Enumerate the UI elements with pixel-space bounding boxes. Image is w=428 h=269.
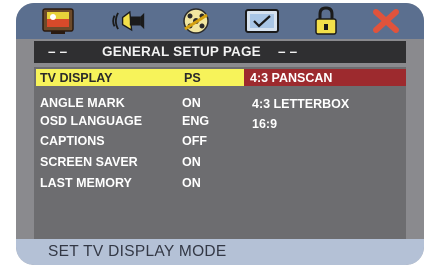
settings-panel: TV DISPLAY PS ANGLE MARK ON OSD LANGUAGE… xyxy=(34,67,406,239)
setup-tab-bar xyxy=(16,3,424,39)
option-item-selected[interactable]: 4:3 PANSCAN xyxy=(244,69,406,86)
setting-label: CAPTIONS xyxy=(40,134,105,148)
setting-value: ON xyxy=(182,155,201,169)
option-label: 4:3 PANSCAN xyxy=(250,71,333,85)
setting-value: ON xyxy=(182,176,201,190)
setting-label: SCREEN SAVER xyxy=(40,155,138,169)
preference-check-icon[interactable] xyxy=(244,6,280,36)
setting-value: ENG xyxy=(182,114,210,128)
audio-speaker-icon[interactable] xyxy=(110,6,146,36)
option-label: 16:9 xyxy=(252,117,278,131)
setting-label: LAST MEMORY xyxy=(40,176,132,190)
setting-row-tv-display[interactable]: TV DISPLAY PS xyxy=(36,69,248,86)
footer-hint: SET TV DISPLAY MODE xyxy=(48,243,227,260)
exit-x-icon[interactable] xyxy=(368,6,404,36)
title-left-dash: – – xyxy=(48,44,68,59)
video-film-reel-icon[interactable] xyxy=(178,6,214,36)
general-setup-tv-icon[interactable] xyxy=(40,6,76,36)
status-footer: SET TV DISPLAY MODE xyxy=(16,239,424,265)
setting-label: ANGLE MARK xyxy=(40,96,125,110)
page-title-band: – – GENERAL SETUP PAGE – – xyxy=(34,41,406,63)
title-right-dash: – – xyxy=(278,44,298,59)
setting-label: OSD LANGUAGE xyxy=(40,114,143,128)
option-label: 4:3 LETTERBOX xyxy=(252,97,350,111)
page-title: GENERAL SETUP PAGE xyxy=(102,44,261,59)
setting-value: ON xyxy=(182,96,201,110)
osd-window: – – GENERAL SETUP PAGE – – TV DISPLAY PS… xyxy=(16,3,424,265)
setting-value: OFF xyxy=(182,134,207,148)
password-lock-icon[interactable] xyxy=(308,6,344,36)
setting-value: PS xyxy=(184,71,201,85)
setting-label: TV DISPLAY xyxy=(40,71,113,85)
